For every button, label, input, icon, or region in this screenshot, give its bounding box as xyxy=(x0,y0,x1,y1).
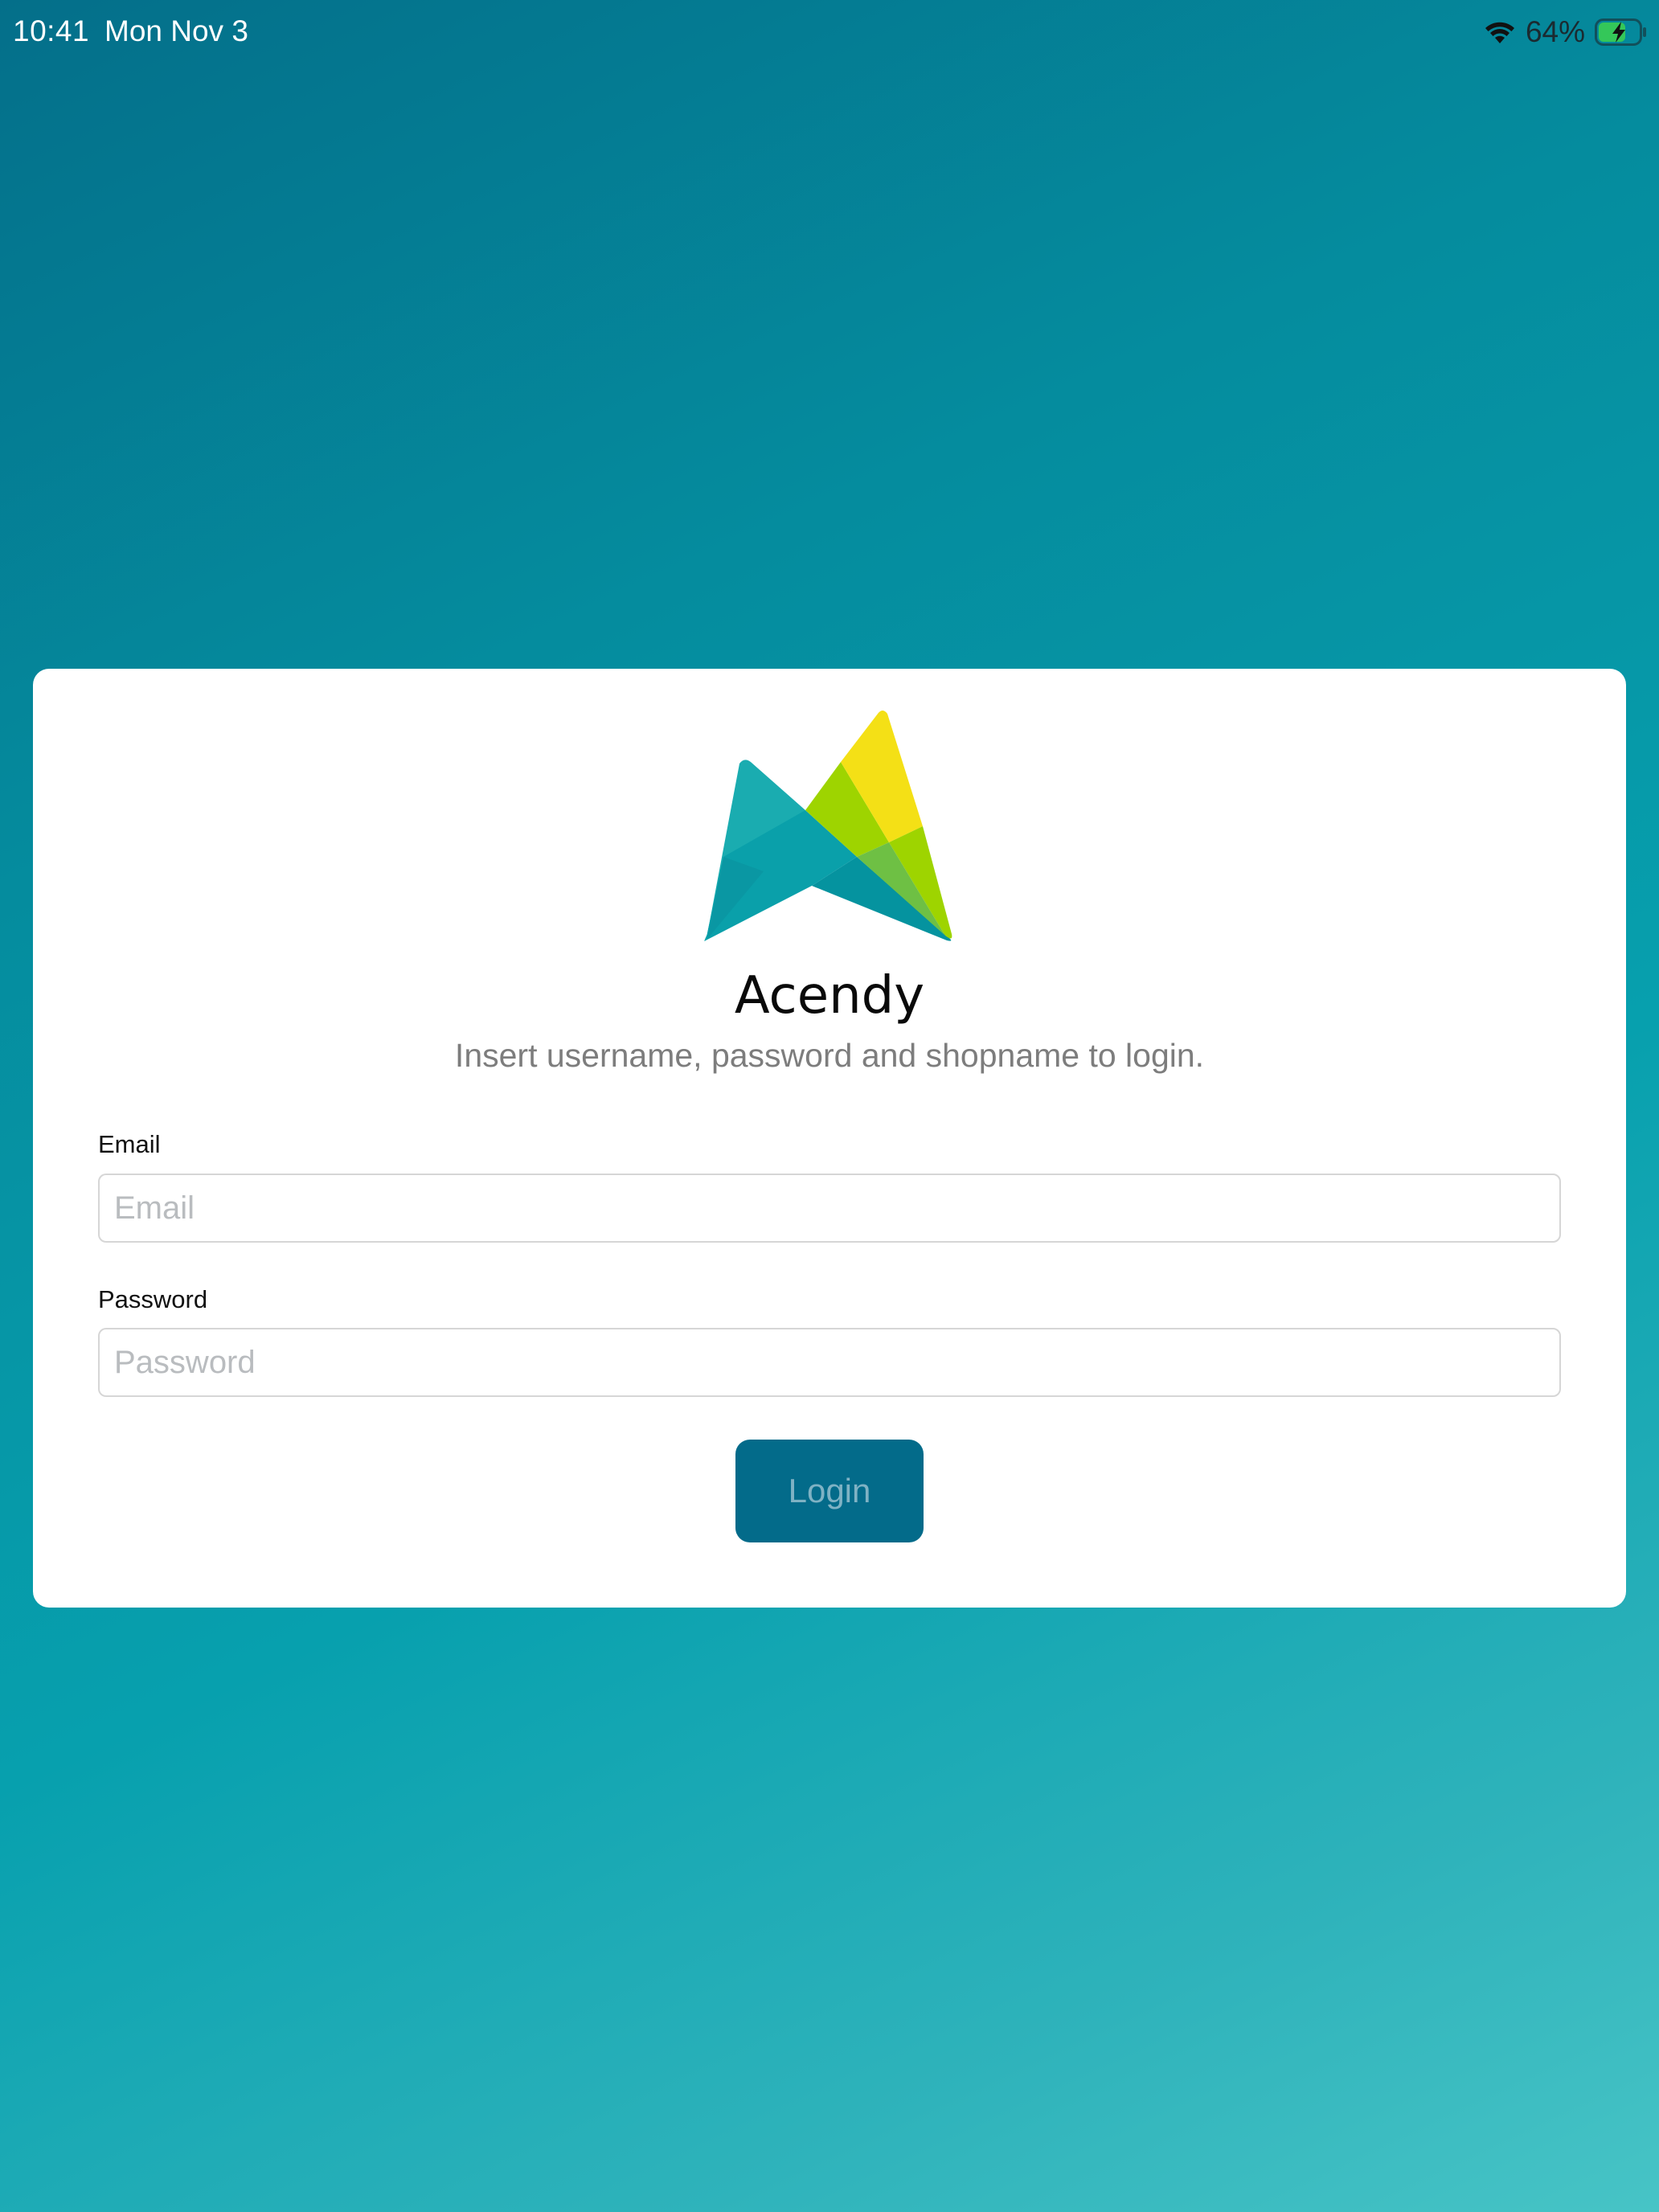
status-date: Mon Nov 3 xyxy=(104,14,248,47)
battery-percent: 64% xyxy=(1525,15,1585,48)
battery-charging-icon xyxy=(1595,18,1648,46)
status-bar: 10:41 Mon Nov 3 64% xyxy=(0,0,1659,64)
login-subtitle: Insert username, password and shopname t… xyxy=(454,1037,1205,1074)
login-button[interactable]: Login xyxy=(735,1440,924,1542)
email-field[interactable] xyxy=(98,1174,1561,1243)
acendy-logo-icon xyxy=(704,707,958,944)
password-label: Password xyxy=(98,1285,208,1313)
brand-name: Acendy xyxy=(734,966,925,1026)
login-card: Acendy Insert username, password and sho… xyxy=(33,669,1626,1608)
status-right-group: 64% xyxy=(1484,14,1648,50)
wifi-icon xyxy=(1484,19,1516,45)
email-label: Email xyxy=(98,1130,161,1158)
status-time: 10:41 xyxy=(13,14,90,47)
password-field[interactable] xyxy=(98,1328,1561,1397)
